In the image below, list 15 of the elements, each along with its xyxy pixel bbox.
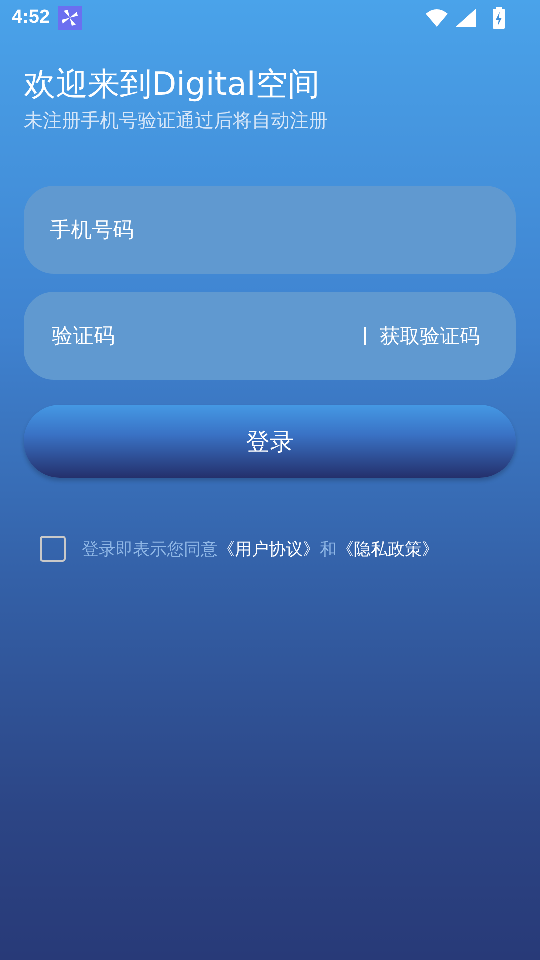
code-input-field[interactable]: 验证码 — [50, 323, 364, 349]
status-time: 4:52 — [12, 7, 50, 29]
agreement-text: 登录即表示您同意《用户协议》和《隐私政策》 — [82, 538, 439, 560]
welcome-title: 欢迎来到Digital空间 — [24, 64, 321, 105]
subtitle: 未注册手机号验证通过后将自动注册 — [24, 109, 329, 134]
login-button[interactable]: 登录 — [24, 405, 516, 478]
agreement-link[interactable]: 《隐私政策》 — [337, 540, 439, 560]
phone-input-field[interactable]: 手机号码 — [24, 186, 516, 274]
get-code-button[interactable]: 获取验证码 — [380, 322, 480, 350]
battery-icon — [492, 7, 506, 29]
signal-icon — [456, 9, 476, 27]
agreement-checkbox[interactable] — [40, 536, 66, 562]
agreement-link[interactable]: 《用户协议》 — [218, 540, 320, 560]
wifi-icon — [426, 9, 448, 27]
app-notification-icon — [58, 6, 82, 30]
